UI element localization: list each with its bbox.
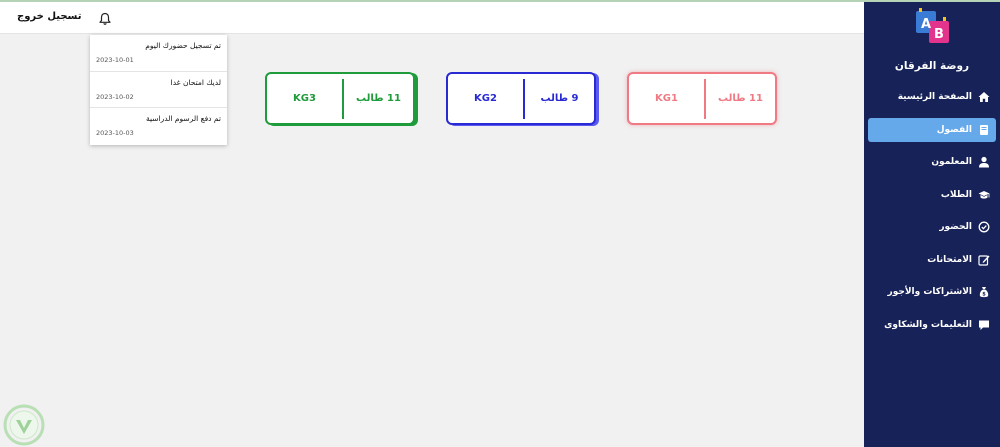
user-icon (978, 156, 990, 168)
notification-item[interactable]: لديك امتحان غدا 2023-10-02 (90, 72, 227, 108)
notification-date: 2023-10-03 (96, 129, 134, 137)
sidebar-item-label: الامتحانات (927, 254, 972, 265)
logo-letter-b: B (934, 27, 944, 42)
sidebar-item-home[interactable]: الصفحة الرئيسية (868, 85, 996, 109)
logout-button[interactable]: تسجيل خروج (17, 11, 81, 22)
student-count: 11 طالب (718, 93, 763, 104)
school-logo: A B (914, 8, 952, 46)
class-card-kg1[interactable]: KG1 11 طالب (627, 72, 777, 125)
class-name: KG1 (655, 93, 678, 104)
notification-text: لديك امتحان غدا (170, 77, 221, 87)
notification-date: 2023-10-02 (96, 92, 134, 101)
sidebar-item-attendance[interactable]: الحضور (868, 215, 996, 239)
notification-item[interactable]: تم دفع الرسوم الدراسية 2023-10-03 (90, 108, 227, 145)
school-name: روضة الفرقان (894, 60, 970, 72)
bell-icon[interactable] (98, 11, 112, 25)
sidebar-item-teachers[interactable]: المعلمون (868, 150, 996, 174)
watermark-logo (2, 403, 46, 447)
sidebar-item-label: الطلاب (940, 189, 972, 200)
notification-item[interactable]: تم تسجيل حضورك اليوم 2023-10-01 (90, 35, 227, 72)
sidebar-item-label: الحضور (939, 222, 972, 232)
class-name: KG3 (293, 93, 316, 104)
notifications-dropdown: تم تسجيل حضورك اليوم 2023-10-01 لديك امت… (90, 35, 227, 145)
student-count: 9 طالب (540, 93, 579, 104)
comment-icon (978, 319, 990, 331)
notification-text: تم دفع الرسوم الدراسية (145, 114, 221, 123)
sidebar-item-label: الفصول (936, 124, 972, 135)
notification-date: 2023-10-01 (96, 56, 134, 64)
sidebar-item-label: المعلمون (931, 157, 972, 167)
sidebar-item-label: الاشتراكات والأجور (887, 287, 972, 297)
sidebar-item-label: الصفحة الرئيسية (897, 92, 972, 102)
sidebar-item-students[interactable]: الطلاب (868, 183, 996, 207)
home-icon (978, 91, 990, 103)
graduation-cap-icon (978, 189, 990, 201)
top-bar: تسجيل خروج (0, 2, 864, 34)
sidebar-item-exams[interactable]: الامتحانات (868, 248, 996, 272)
money-bag-icon: $ (978, 286, 990, 298)
student-count: 11 طالب (356, 93, 401, 104)
class-card-kg3[interactable]: KG3 11 طالب (265, 72, 415, 125)
sidebar: A B روضة الفرقان الصفحة الرئيسية الفصول … (864, 2, 1000, 447)
sidebar-nav: الصفحة الرئيسية الفصول المعلمون الطلاب ا… (868, 85, 996, 345)
edit-icon (978, 254, 990, 266)
check-circle-icon (978, 221, 990, 233)
sidebar-item-subscriptions[interactable]: الاشتراكات والأجور $ (868, 280, 996, 304)
svg-text:$: $ (982, 292, 986, 298)
notification-text: تم تسجيل حضورك اليوم (145, 41, 221, 50)
sidebar-item-complaints[interactable]: التعليمات والشكاوى (868, 313, 996, 337)
class-name: KG2 (474, 93, 497, 104)
class-card-kg2[interactable]: KG2 9 طالب (446, 72, 596, 125)
sidebar-item-classes[interactable]: الفصول (868, 117, 996, 142)
logo-letter-a: A (921, 17, 931, 32)
book-icon (978, 124, 990, 136)
sidebar-item-label: التعليمات والشكاوى (884, 319, 972, 330)
